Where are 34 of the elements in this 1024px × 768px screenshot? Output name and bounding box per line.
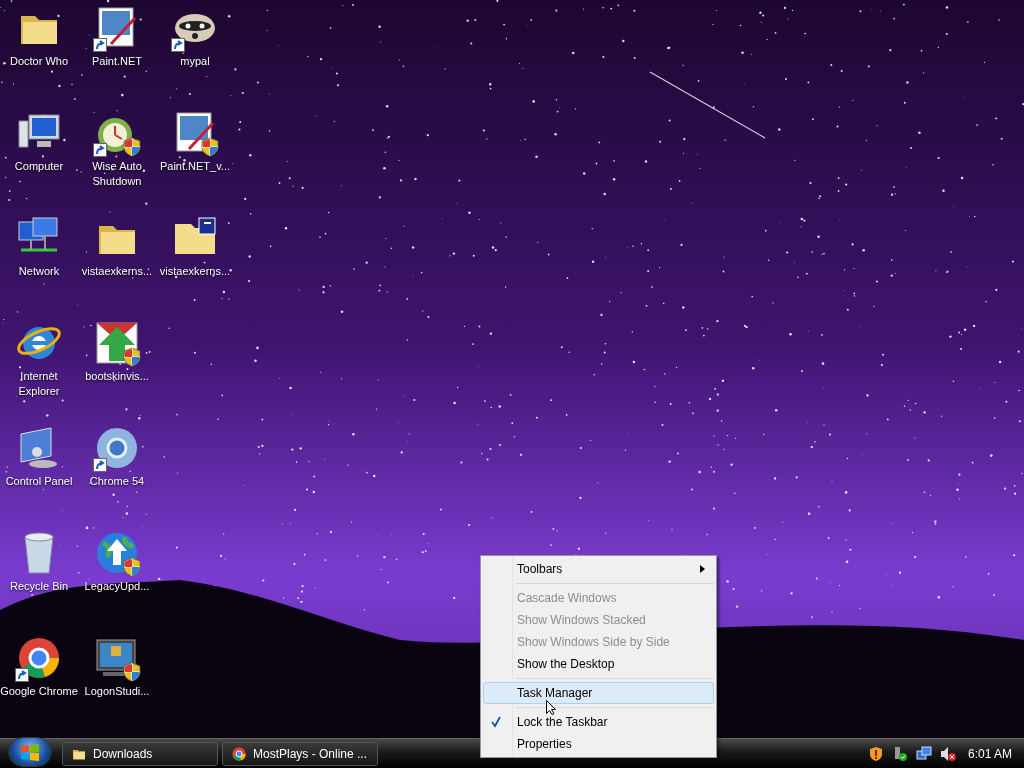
icon-label[interactable]: LogonStudi... [78,684,156,699]
icon-label[interactable]: Recycle Bin [0,579,78,594]
menu-item[interactable]: Task Manager [483,682,714,704]
checkmark-icon [490,716,502,728]
icon-label[interactable]: Network [0,264,78,279]
icon-label[interactable]: Wise Auto Shutdown [78,159,156,189]
menu-item[interactable]: Properties [483,733,714,755]
menu-item[interactable]: Show the Desktop [483,653,714,675]
icon-label[interactable]: Doctor Who [0,54,78,69]
menu-item[interactable]: Lock the Taskbar [483,711,714,733]
clock[interactable]: 6:01 AM [967,744,1012,763]
taskbar-button[interactable]: Downloads [62,741,218,766]
icon-label[interactable]: Chrome 54 [78,474,156,489]
icon-label[interactable]: Paint.NET_v... [156,159,234,174]
icon-label[interactable]: mypal [156,54,234,69]
icon-label[interactable]: bootskinvis... [78,369,156,384]
icon-label[interactable]: LegacyUpd... [78,579,156,594]
chrome-icon [231,745,247,762]
icon-label[interactable]: Google Chrome [0,684,78,699]
icon-label[interactable]: vistaexkerns... [78,264,156,279]
icon-label[interactable]: Computer [0,159,78,174]
mouse-pointer-icon [546,700,557,715]
taskbar-button[interactable]: MostPlays - Online ... [222,741,378,766]
icon-label[interactable]: Control Panel [0,474,78,489]
submenu-arrow-icon [700,565,705,573]
icon-label[interactable]: Paint.NET [78,54,156,69]
shield-icon[interactable] [867,745,884,762]
start-button[interactable] [8,736,52,767]
icon-label[interactable]: Internet Explorer [0,369,78,399]
menu-item[interactable]: Toolbars [483,558,714,580]
network-icon[interactable] [915,745,932,762]
icon-label[interactable]: vistaexkerns... [156,264,234,279]
muted-speaker-icon[interactable] [939,745,956,762]
windows-logo-icon [20,742,40,761]
